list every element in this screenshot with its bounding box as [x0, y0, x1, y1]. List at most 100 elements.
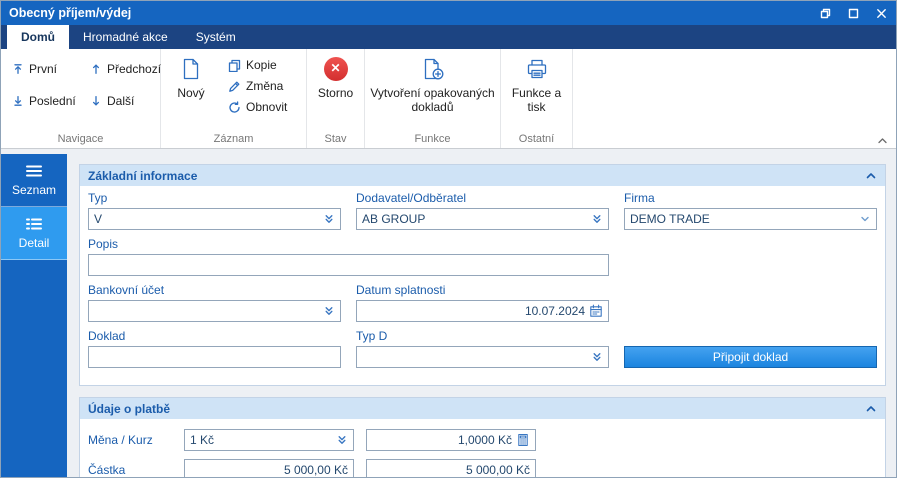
edit-button[interactable]: Změna: [225, 78, 290, 94]
copy-icon: [228, 59, 241, 72]
ribbon-group-ostatni: Funkce a tisk Ostatní: [501, 49, 573, 148]
popis-label: Popis: [88, 237, 119, 251]
dropdown-double-chevron-icon[interactable]: [591, 351, 603, 363]
firma-combobox[interactable]: DEMO TRADE: [624, 208, 877, 230]
button-label: Kopie: [246, 58, 277, 72]
button-label: Vytvoření opakovaných dokladů: [370, 86, 495, 114]
section-title: Základní informace: [88, 168, 198, 183]
section-payment-info: Údaje o platbě Měna / Kurz 1 Kč 1,0000 K…: [79, 397, 886, 477]
storno-icon: ✕: [323, 57, 348, 81]
ribbon: První Předchozí Poslední Další Navigace …: [1, 49, 896, 149]
typ-label: Typ: [88, 191, 108, 205]
typ-combobox[interactable]: V: [88, 208, 341, 230]
tab-label: Systém: [195, 30, 236, 44]
bank-account-label: Bankovní účet: [88, 283, 165, 297]
dropdown-chevron-icon[interactable]: [859, 213, 871, 225]
sidebar: Seznam Detail: [1, 154, 67, 477]
button-label: Storno: [317, 86, 354, 100]
functions-and-print-button[interactable]: Funkce a tisk: [505, 49, 569, 130]
new-button[interactable]: Nový: [167, 49, 215, 130]
amount-label: Částka: [88, 463, 126, 477]
doklad-input[interactable]: [88, 346, 341, 368]
sidebar-item-detail[interactable]: Detail: [1, 207, 67, 260]
detail-list-icon: [26, 218, 42, 229]
first-button[interactable]: První: [9, 61, 85, 77]
tab-label: Hromadné akce: [83, 30, 168, 44]
collapse-section-button[interactable]: [865, 404, 877, 413]
due-date-value: 10.07.2024: [524, 304, 585, 318]
ribbon-group-navigace: První Předchozí Poslední Další Navigace: [1, 49, 161, 148]
next-button[interactable]: Další: [87, 93, 164, 109]
dropdown-double-chevron-icon[interactable]: [323, 213, 335, 225]
copy-button[interactable]: Kopie: [225, 57, 290, 73]
maximize-button[interactable]: [846, 6, 860, 20]
dropdown-double-chevron-icon[interactable]: [591, 213, 603, 225]
window-title: Obecný příjem/výdej: [9, 6, 132, 20]
collapse-ribbon-button[interactable]: [877, 137, 888, 145]
attach-document-button[interactable]: Připojit doklad: [624, 346, 877, 368]
due-date-input[interactable]: 10.07.2024: [356, 300, 609, 322]
due-date-label: Datum splatnosti: [356, 283, 446, 297]
ribbon-group-funkce: Vytvoření opakovaných dokladů Funkce: [365, 49, 501, 148]
restore-icon: [820, 8, 830, 18]
create-recurring-documents-button[interactable]: Vytvoření opakovaných dokladů: [368, 49, 498, 130]
ribbon-group-stav: ✕ Storno Stav: [307, 49, 365, 148]
sidebar-item-label: Detail: [18, 235, 50, 250]
group-label-ostatni: Ostatní: [518, 133, 555, 145]
chevron-up-icon: [866, 406, 876, 412]
new-document-icon: [183, 58, 199, 80]
typ-value: V: [94, 212, 103, 226]
amount-value: 5 000,00 Kč: [283, 463, 348, 477]
exchange-rate-value: 1,0000 Kč: [457, 433, 512, 447]
sidebar-item-seznam[interactable]: Seznam: [1, 154, 67, 207]
section-basic-header: Základní informace: [80, 165, 885, 186]
calculator-icon[interactable]: [516, 433, 530, 447]
firma-label: Firma: [624, 191, 655, 205]
maximize-icon: [848, 8, 858, 18]
doklad-label: Doklad: [88, 329, 126, 343]
firma-value: DEMO TRADE: [630, 212, 710, 226]
popis-input[interactable]: [88, 254, 609, 276]
bank-account-combobox[interactable]: [88, 300, 341, 322]
section-basic-info: Základní informace Typ V Dodavatel/Odběr…: [79, 164, 886, 386]
chevron-up-icon: [878, 138, 887, 144]
currency-rate-label: Měna / Kurz: [88, 433, 153, 447]
storno-button[interactable]: ✕ Storno: [310, 49, 362, 130]
tab-label: Domů: [21, 30, 55, 44]
restore-button[interactable]: [818, 6, 832, 20]
amount-czk-input[interactable]: 5 000,00 Kč: [366, 459, 536, 477]
tab-system[interactable]: Systém: [182, 25, 250, 49]
button-label: Nový: [177, 86, 205, 100]
typ-d-combobox[interactable]: [356, 346, 609, 368]
button-label: Změna: [246, 79, 284, 93]
amount-input[interactable]: 5 000,00 Kč: [184, 459, 354, 477]
previous-icon: [92, 64, 100, 74]
last-button[interactable]: Poslední: [9, 93, 85, 109]
ribbon-group-zaznam: Nový Kopie Změna Obnovit Záznam: [161, 49, 307, 148]
button-label: Funkce a tisk: [511, 86, 562, 114]
first-icon: [14, 64, 22, 74]
tab-domu[interactable]: Domů: [7, 25, 69, 49]
button-label: Obnovit: [246, 100, 288, 114]
amount-czk-value: 5 000,00 Kč: [465, 463, 530, 477]
previous-button[interactable]: Předchozí: [87, 61, 164, 77]
tab-hromadne-akce[interactable]: Hromadné akce: [69, 25, 182, 49]
refresh-button[interactable]: Obnovit: [225, 99, 290, 115]
group-label-stav: Stav: [324, 133, 347, 145]
exchange-rate-input[interactable]: 1,0000 Kč: [366, 429, 536, 451]
button-label: Předchozí: [107, 62, 162, 76]
calendar-icon[interactable]: [589, 304, 603, 318]
button-label: Další: [107, 94, 135, 108]
dropdown-double-chevron-icon[interactable]: [336, 434, 348, 446]
button-label: První: [29, 62, 58, 76]
dropdown-double-chevron-icon[interactable]: [323, 305, 335, 317]
partner-combobox[interactable]: AB GROUP: [356, 208, 609, 230]
close-icon: [876, 8, 886, 18]
currency-value: 1 Kč: [190, 433, 215, 447]
typ-d-label: Typ D: [356, 329, 388, 343]
section-title: Údaje o platbě: [88, 401, 171, 416]
currency-combobox[interactable]: 1 Kč: [184, 429, 354, 451]
collapse-section-button[interactable]: [865, 171, 877, 180]
group-label-funkce: Funkce: [414, 133, 451, 145]
close-button[interactable]: [874, 6, 888, 20]
